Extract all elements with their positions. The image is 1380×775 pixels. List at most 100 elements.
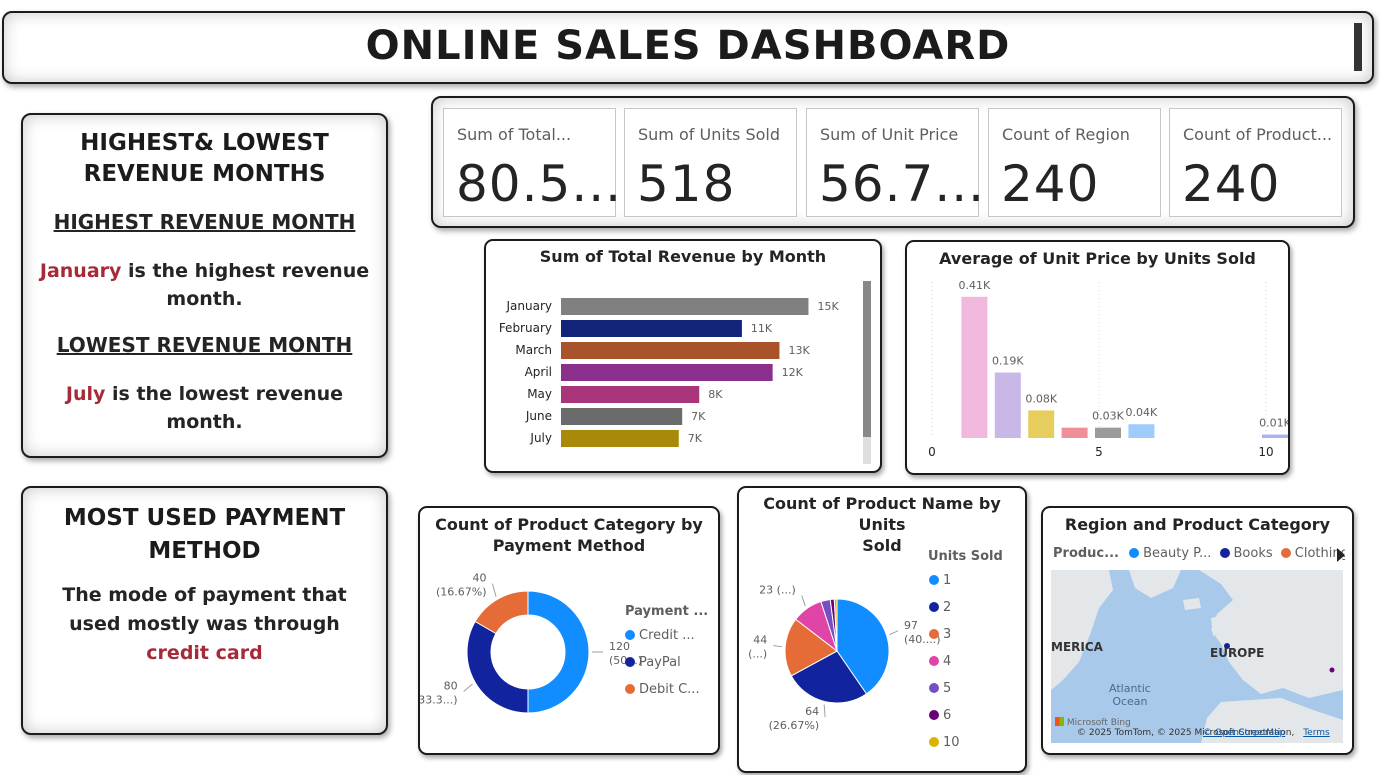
chart-title: Region and Product Category — [1064, 515, 1331, 534]
revenue-bar-chart-svg: January 15K February 11K March 13K April 12K May… — [499, 298, 839, 447]
bar — [561, 386, 700, 403]
data-label: 0.03K — [1092, 410, 1124, 423]
region-map-card[interactable]: Region and Product Category Produc... Be… — [1041, 506, 1354, 755]
map-legend-item: Beauty P... — [1129, 546, 1211, 561]
revenue-months-card: HIGHEST& LOWEST REVENUE MONTHS HIGHEST R… — [21, 113, 388, 458]
kpi-label: Sum of Unit Price — [820, 125, 959, 144]
legend-next-arrow-icon[interactable] — [1337, 548, 1345, 562]
data-label: 7K — [688, 432, 703, 445]
bar — [561, 342, 780, 359]
legend-item[interactable]: 4 — [929, 654, 951, 669]
map-legend-item: Clothing — [1280, 546, 1345, 561]
title-banner: ONLINE SALES DASHBOARD — [2, 11, 1374, 84]
data-label: 0.01K — [1259, 417, 1288, 430]
legend-item[interactable]: 5 — [929, 681, 951, 696]
bar — [1262, 434, 1288, 438]
kpi-value: 240 — [1182, 155, 1281, 213]
data-label: (33.3...) — [420, 694, 458, 707]
payment-text-line-1: The mode of payment that — [62, 584, 347, 606]
leader-line — [889, 630, 899, 636]
osm-link[interactable]: © OpenStreetMap — [1203, 728, 1285, 738]
dot-icon — [1129, 548, 1140, 558]
dot-icon — [625, 630, 635, 640]
legend-label: 1 — [943, 573, 952, 588]
data-label: 97 — [904, 619, 918, 632]
revenue-card-heading-1: HIGHEST& LOWEST — [80, 130, 329, 156]
units-sold-pie-chart[interactable]: Count of Product Name by Units Sold 97 (4… — [737, 486, 1027, 773]
map-point-east — [1329, 667, 1335, 673]
legend-item[interactable]: 1 — [929, 573, 951, 588]
legend-title: Units Sold — [928, 549, 1003, 564]
payment-card-heading-1: MOST USED PAYMENT — [63, 505, 346, 531]
bar — [994, 372, 1021, 438]
y-tick-label: February — [499, 321, 552, 335]
y-tick-label: March — [515, 343, 552, 357]
kpi-label: Count of Product... — [1183, 125, 1333, 144]
scrollbar-thumb[interactable] — [863, 281, 871, 437]
legend-item[interactable]: Credit ... — [625, 628, 695, 643]
payment-text-line-2: used mostly was through — [69, 613, 340, 635]
data-label: 13K — [788, 344, 810, 357]
map-legend-text: Books — [1233, 546, 1273, 561]
terms-link[interactable]: Terms — [1303, 728, 1330, 738]
kpi-total-revenue[interactable]: Sum of Total... 80.5... — [443, 108, 621, 217]
kpi-value: 240 — [1001, 155, 1100, 213]
dot-icon — [929, 737, 939, 747]
legend-item[interactable]: Debit C... — [625, 682, 700, 697]
leader-line — [823, 704, 826, 718]
dot-icon — [929, 683, 939, 693]
chart-scrollbar[interactable] — [863, 281, 871, 464]
kpi-value: 56.7... — [819, 155, 986, 213]
legend-item[interactable]: 3 — [929, 627, 951, 642]
legend-item[interactable]: 10 — [929, 735, 960, 750]
legend-item[interactable]: 2 — [929, 600, 951, 615]
lowest-month-text-a: is the lowest revenue — [105, 383, 344, 405]
legend-label: 4 — [943, 654, 952, 669]
bar — [961, 296, 988, 438]
lowest-month-text-b: month. — [166, 411, 243, 433]
dot-icon — [929, 710, 939, 720]
legend-label: 6 — [943, 708, 952, 723]
kpi-count-product[interactable]: Count of Product... 240 — [1169, 108, 1342, 217]
kpi-units-sold[interactable]: Sum of Units Sold 518 — [624, 108, 797, 217]
legend-label: PayPal — [639, 655, 681, 670]
lowest-month-heading: LOWEST REVENUE MONTH — [56, 333, 353, 357]
land-europe — [1199, 570, 1343, 698]
map-canvas[interactable]: MERICA EUROPE Atlantic Ocean Microsoft B… — [1051, 570, 1343, 743]
payment-donut-chart[interactable]: Count of Product Category by Payment Met… — [418, 506, 720, 755]
kpi-unit-price[interactable]: Sum of Unit Price 56.7... — [806, 108, 984, 217]
bar — [1028, 410, 1055, 438]
y-tick-label: June — [525, 409, 552, 423]
kpi-label: Sum of Units Sold — [638, 125, 781, 144]
data-label: 64 — [805, 705, 819, 718]
data-label: 44 — [753, 634, 767, 647]
payment-card-text: The mode of payment that used mostly was… — [23, 581, 386, 668]
legend-item[interactable]: 6 — [929, 708, 951, 723]
kpi-count-region[interactable]: Count of Region 240 — [988, 108, 1161, 217]
dot-icon — [1280, 548, 1291, 558]
bar — [1128, 424, 1155, 438]
kpi-panel: Sum of Total... 80.5... Sum of Units Sol… — [431, 96, 1355, 228]
x-tick-label: 10 — [1258, 445, 1273, 459]
x-tick-label: 5 — [1095, 445, 1103, 459]
dot-icon — [929, 602, 939, 612]
bar — [1095, 427, 1121, 438]
map-legend-label: Produc... — [1053, 546, 1119, 561]
highest-month-name: January — [39, 260, 122, 282]
units-sold-pie-svg: 97(40....)64(26.67%)44(...)23 (...) — [748, 583, 940, 732]
dot-icon — [625, 684, 635, 694]
map-label-america: MERICA — [1051, 640, 1103, 654]
unit-price-by-units-chart[interactable]: Average of Unit Price by Units Sold 0 5 10… — [905, 240, 1290, 475]
revenue-by-month-chart[interactable]: Sum of Total Revenue by Month January 15K… — [484, 239, 882, 473]
lowest-month-text: July is the lowest revenue month. — [23, 380, 386, 436]
bing-logo-icon — [1055, 717, 1064, 726]
data-label: (26.67%) — [769, 719, 820, 732]
data-label: 0.19K — [992, 355, 1024, 368]
lowest-month-name: July — [65, 383, 106, 405]
y-tick-label: April — [525, 365, 552, 379]
pie-slice — [466, 620, 529, 714]
data-label: 0.08K — [1025, 392, 1057, 405]
dot-icon — [929, 656, 939, 666]
legend-item[interactable]: PayPal — [625, 655, 681, 670]
legend-label: 2 — [943, 600, 952, 615]
